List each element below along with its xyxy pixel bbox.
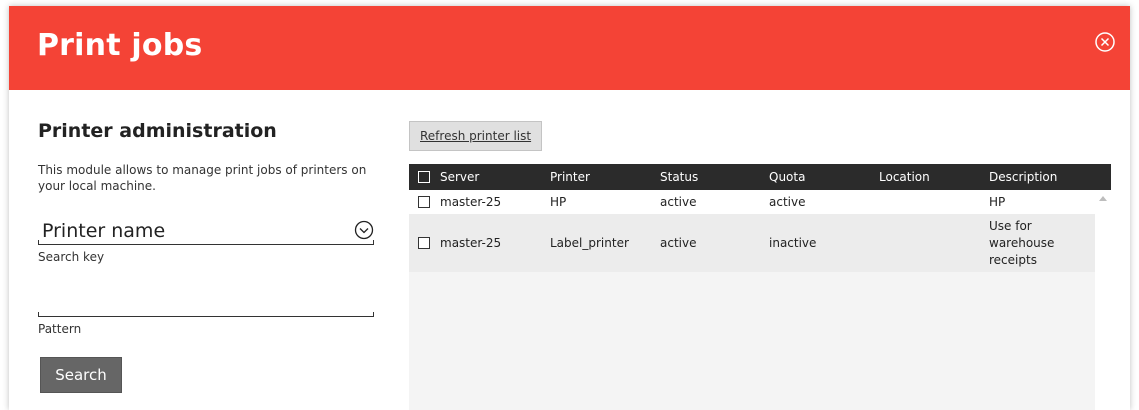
refresh-printer-list-button[interactable]: Refresh printer list [409,121,543,151]
column-header-status[interactable]: Status [660,170,698,184]
search-key-label: Search key [38,250,105,264]
cell-status: active [660,195,697,209]
row-checkbox[interactable] [418,237,430,249]
pattern-label: Pattern [38,322,82,336]
cell-description: HP [989,195,1006,209]
printer-table: Server Printer Status Quota Location Des… [409,164,1111,410]
column-header-description[interactable]: Description [989,170,1057,184]
dialog-titlebar: Print jobs [9,6,1130,90]
cell-server: master-25 [440,195,502,209]
cell-status: active [660,236,697,250]
module-description: This module allows to manage print jobs … [38,163,367,193]
chevron-down-icon[interactable] [354,220,374,240]
table-header: Server Printer Status Quota Location Des… [409,164,1111,190]
column-header-printer[interactable]: Printer [550,170,590,184]
print-jobs-dialog: Print jobs Printer administration This m… [9,6,1130,410]
dialog-title: Print jobs [37,28,203,63]
search-key-value: Printer name [42,220,166,242]
column-header-location[interactable]: Location [879,170,930,184]
column-header-server[interactable]: Server [440,170,479,184]
cell-quota: active [769,195,806,209]
table-scrollbar[interactable] [1095,190,1111,410]
row-checkbox[interactable] [418,196,430,208]
close-icon[interactable] [1094,31,1116,53]
column-header-quota[interactable]: Quota [769,170,805,184]
cell-printer: HP [550,195,567,209]
select-all-checkbox[interactable] [418,171,430,183]
cell-server: master-25 [440,236,502,250]
cell-printer: Label_printer [550,236,629,250]
scroll-up-icon[interactable] [1099,196,1107,201]
cell-description: Use for warehouse receipts [989,219,1055,267]
cell-quota: inactive [769,236,817,250]
search-button[interactable]: Search [40,357,122,393]
table-row[interactable]: master-25 HP active active HP [409,190,1095,214]
section-title: Printer administration [38,120,277,142]
search-key-select[interactable]: Printer name [38,210,374,245]
pattern-field[interactable] [38,282,374,317]
table-row[interactable]: master-25 Label_printer active inactive … [409,214,1095,272]
